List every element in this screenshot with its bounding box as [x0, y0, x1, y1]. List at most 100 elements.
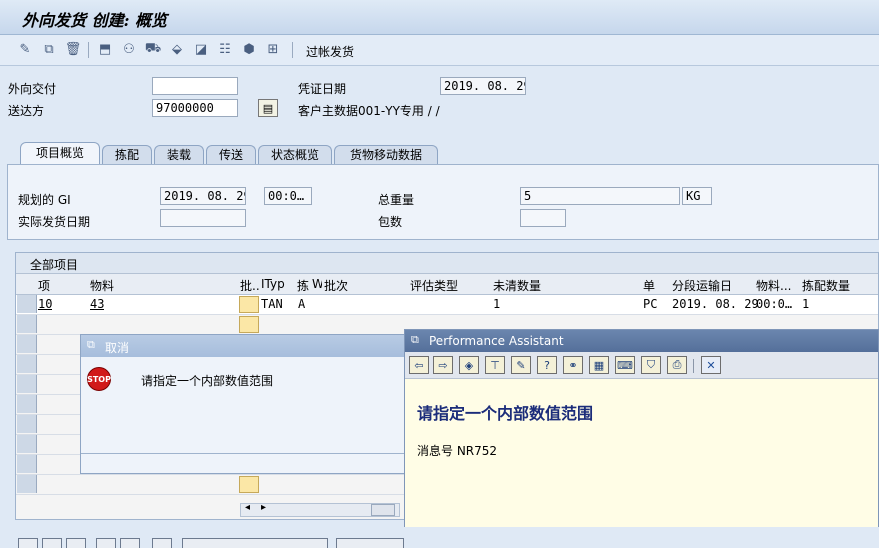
doc-flow-icon[interactable]: ☷ [216, 40, 234, 58]
table-row[interactable]: 10 43 TAN A 1 PC 2019. 08. 29 00:0… 1 [16, 295, 878, 315]
close-icon[interactable]: ✕ [701, 356, 721, 374]
tab-status-overview[interactable]: 状态概览 [258, 145, 332, 164]
pack-icon[interactable]: ⬙ [168, 40, 186, 58]
cart-icon[interactable]: ⛟ [144, 40, 162, 58]
bottom-button[interactable] [336, 538, 404, 548]
pa-titlebar: ⧉ Performance Assistant [405, 330, 878, 352]
dialog-titlebar: ⧉ 取消 [81, 335, 405, 357]
dialog-message: 请指定一个内部数值范围 [141, 374, 274, 388]
planned-gi-time-field[interactable]: 00:0… [264, 187, 312, 205]
row-selector[interactable] [17, 315, 37, 333]
window-icon: ⧉ [87, 338, 95, 351]
row-selector[interactable] [17, 355, 37, 373]
col-batch[interactable]: 批次 [324, 277, 348, 294]
copy-icon[interactable]: ⧉ [40, 40, 58, 58]
keyboard-icon[interactable]: ⌨ [615, 356, 635, 374]
bookmark-icon[interactable]: ⛉ [641, 356, 661, 374]
edit-icon[interactable]: ✎ [511, 356, 531, 374]
help-icon[interactable]: ? [537, 356, 557, 374]
planned-gi-date-field[interactable]: 2019. 08. 29 [160, 187, 246, 205]
bottom-button[interactable] [66, 538, 86, 548]
material-value[interactable]: 43 [90, 297, 104, 311]
table-icon[interactable]: ▦ [589, 356, 609, 374]
pick-qty-value[interactable]: 1 [802, 297, 809, 311]
print-icon[interactable]: ⎙ [667, 356, 687, 374]
pa-title: Performance Assistant [429, 334, 564, 348]
edit-pencil-icon[interactable]: ✎ [16, 40, 34, 58]
open-qty-value[interactable]: 1 [493, 297, 500, 311]
structure-icon[interactable]: ⊤ [485, 356, 505, 374]
col-date[interactable]: 分段运输日 [672, 277, 732, 294]
toolbar-separator [292, 42, 293, 58]
row-selector[interactable] [17, 455, 37, 473]
box-icon[interactable]: ◪ [192, 40, 210, 58]
tab-picking[interactable]: 拣配 [102, 145, 152, 164]
row-selector[interactable] [17, 295, 37, 313]
col-pick[interactable]: 拣 [297, 277, 309, 294]
tab-transport[interactable]: 传送 [206, 145, 256, 164]
toolbar-separator [88, 42, 89, 58]
total-weight-field[interactable]: 5 [520, 187, 680, 205]
col-item-type[interactable]: ITyp [261, 277, 285, 291]
bottom-button[interactable] [152, 538, 172, 548]
col-warehouse[interactable]: W [312, 277, 322, 291]
output-icon[interactable]: ⬢ [240, 40, 258, 58]
address-icon[interactable]: ▤ [258, 99, 278, 117]
bottom-button[interactable] [96, 538, 116, 548]
batch-split-indicator[interactable] [239, 296, 259, 313]
row-selector[interactable] [17, 435, 37, 453]
header-icon[interactable]: ⬒ [96, 40, 114, 58]
weight-unit-field[interactable]: KG [682, 187, 712, 205]
date-value: 2019. 08. 29 [672, 297, 759, 311]
scroll-thumb[interactable] [371, 504, 395, 516]
tab-item-overview[interactable]: 项目概览 [20, 142, 100, 164]
post-goods-issue-button[interactable]: 过帐发货 [306, 43, 354, 60]
col-batch-split[interactable]: 批.. [240, 277, 260, 294]
bottom-toolbar [0, 527, 879, 548]
tab-loading[interactable]: 装载 [154, 145, 204, 164]
toolbar-separator [693, 359, 694, 373]
row-selector[interactable] [17, 375, 37, 393]
delivery-field[interactable] [152, 77, 238, 95]
planned-gi-label: 规划的 GI [18, 193, 71, 207]
col-item[interactable]: 项 [38, 277, 50, 294]
batch-split-indicator[interactable] [239, 316, 259, 333]
time-value: 00:0… [756, 297, 793, 311]
tab-goods-movement-data[interactable]: 货物移动数据 [334, 145, 438, 164]
bottom-button[interactable] [42, 538, 62, 548]
forward-icon[interactable]: ⇨ [433, 356, 453, 374]
doc-date-field[interactable]: 2019. 08. 29 [440, 77, 526, 95]
horizontal-scrollbar[interactable]: ◂ ▸ [240, 502, 400, 517]
col-pick-qty[interactable]: 拣配数量 [802, 277, 850, 294]
col-unit[interactable]: 单 [643, 277, 655, 294]
back-icon[interactable]: ⇦ [409, 356, 429, 374]
actual-gi-field[interactable] [160, 209, 246, 227]
col-valuation-type[interactable]: 评估类型 [410, 277, 458, 294]
row-selector[interactable] [17, 395, 37, 413]
technical-info-icon[interactable]: ◈ [459, 356, 479, 374]
item-number[interactable]: 10 [38, 297, 52, 311]
scroll-right-icon[interactable]: ▸ [261, 502, 266, 513]
scroll-left-icon[interactable]: ◂ [245, 502, 250, 513]
delete-icon[interactable]: 🗑 [64, 40, 82, 58]
row-selector[interactable] [17, 475, 37, 493]
col-material[interactable]: 物料 [90, 277, 114, 294]
packages-field[interactable] [520, 209, 566, 227]
bottom-button[interactable] [18, 538, 38, 548]
col-open-qty[interactable]: 未清数量 [493, 277, 541, 294]
page-title: 外向发货 创建: 概览 [22, 11, 168, 30]
row-selector[interactable] [17, 415, 37, 433]
performance-assistant-window: ⧉ Performance Assistant ⇦ ⇨ ◈ ⊤ ✎ ? ⚭ ▦ … [404, 329, 879, 545]
actual-gi-label: 实际发货日期 [18, 215, 91, 229]
stop-icon: STOP [87, 367, 111, 391]
partner-icon[interactable]: ⚇ [120, 40, 138, 58]
dialog-title: 取消 [105, 341, 130, 355]
link-icon[interactable]: ⚭ [563, 356, 583, 374]
batch-split-indicator[interactable] [239, 476, 259, 493]
ship-to-field[interactable]: 97000000 [152, 99, 238, 117]
bottom-button[interactable] [120, 538, 140, 548]
col-material-avail[interactable]: 物料... [756, 277, 791, 294]
bottom-button[interactable] [182, 538, 328, 548]
grid-icon[interactable]: ⊞ [264, 40, 282, 58]
row-selector[interactable] [17, 335, 37, 353]
